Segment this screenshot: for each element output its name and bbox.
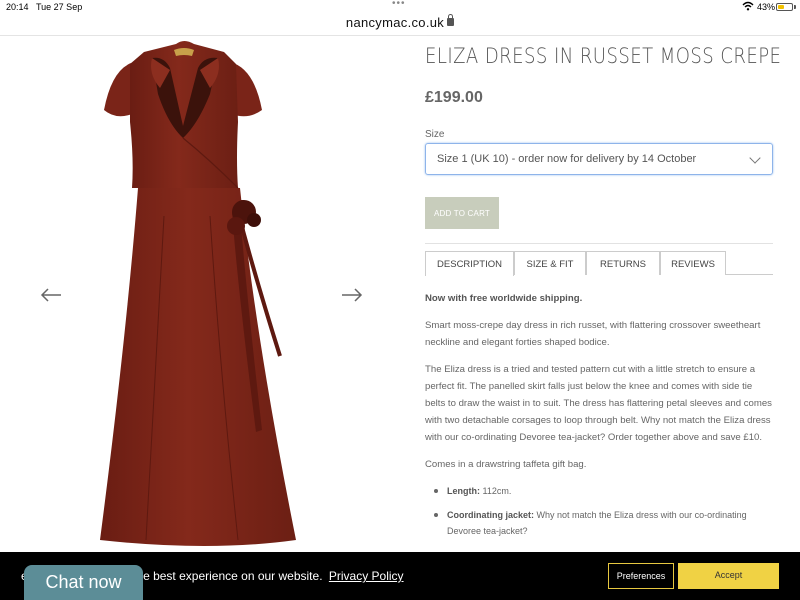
battery-cap (794, 5, 796, 9)
status-time: 20:14 (6, 2, 29, 12)
size-select-value: Size 1 (UK 10) - order now for delivery … (437, 153, 697, 165)
divider (425, 243, 773, 244)
description-lead: Now with free worldwide shipping. (425, 293, 583, 304)
preferences-button[interactable]: Preferences (608, 563, 674, 589)
description-paragraph: Comes in a drawstring taffeta gift bag. (425, 459, 587, 470)
address-bar[interactable]: nancymac.co.uk (0, 14, 800, 36)
lock-icon (447, 14, 455, 26)
tab-reviews[interactable]: REVIEWS (660, 251, 726, 275)
tab-description[interactable]: DESCRIPTION (425, 251, 514, 276)
status-date: Tue 27 Sep (36, 2, 83, 12)
chevron-down-icon (749, 152, 761, 164)
list-item: Length: 112cm. (433, 483, 773, 499)
product-tabs: DESCRIPTION SIZE & FIT RETURNS REVIEWS (425, 251, 773, 276)
detail-list: Length: 112cm. Coordinating jacket: Why … (433, 483, 773, 539)
url-text[interactable]: nancymac.co.uk (346, 15, 444, 30)
battery-level (778, 5, 784, 9)
wifi-icon (742, 1, 754, 11)
description-panel: Now with free worldwide shipping. Smart … (425, 290, 773, 547)
more-dots-icon[interactable]: ••• (392, 0, 406, 9)
description-paragraph: The Eliza dress is a tried and tested pa… (425, 364, 772, 443)
add-to-cart-button[interactable]: ADD TO CART (425, 197, 499, 229)
battery-icon (776, 3, 793, 11)
battery-percent: 43% (757, 2, 776, 12)
size-label: Size (425, 129, 445, 140)
detail-term: Coordinating jacket: (447, 510, 535, 520)
detail-term: Length: (447, 486, 480, 496)
privacy-policy-link[interactable]: Privacy Policy (329, 569, 404, 583)
status-bar: 20:14 Tue 27 Sep ••• 43% (0, 0, 800, 14)
product-price: £199.00 (425, 89, 483, 106)
arrow-right-icon[interactable] (341, 287, 363, 303)
tab-size-fit[interactable]: SIZE & FIT (514, 251, 586, 275)
detail-text: 112cm. (480, 486, 512, 496)
chat-now-button[interactable]: Chat now (24, 565, 143, 600)
arrow-left-icon[interactable] (40, 287, 62, 303)
list-item: Coordinating jacket: Why not match the E… (433, 507, 773, 539)
product-image[interactable] (60, 40, 340, 550)
size-select[interactable]: Size 1 (UK 10) - order now for delivery … (425, 143, 773, 175)
product-title: ELIZA DRESS IN RUSSET MOSS CREPE (425, 44, 782, 68)
description-paragraph: Smart moss-crepe day dress in rich russe… (425, 320, 761, 348)
tab-returns[interactable]: RETURNS (586, 251, 660, 275)
accept-button[interactable]: Accept (678, 563, 779, 589)
